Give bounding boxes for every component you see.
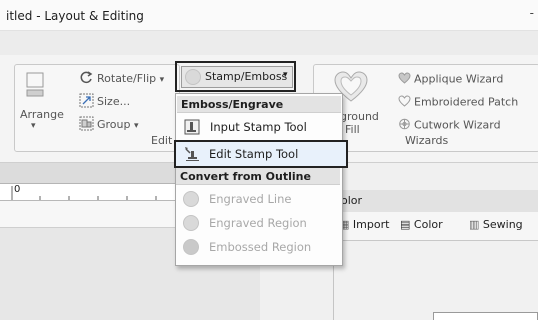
menu-header-convert: Convert from Outline [176,168,340,185]
rotate-flip-label: Rotate/Flip [97,72,157,85]
size-button[interactable]: Size... [79,93,130,111]
group-button[interactable]: Group ▾ [79,116,139,134]
arrange-button[interactable] [24,71,51,104]
tab-import[interactable]: ▦ Import [339,218,389,231]
color-panel-header: olor [333,190,538,213]
window-title: itled - Layout & Editing [6,9,144,23]
arrange-label: Arrange [20,108,64,121]
applique-wizard-label: Applique Wizard [414,72,504,86]
ribbon-tab-strip [0,31,538,55]
tab-color-label: Color [413,218,443,231]
heart-icon [398,72,411,87]
menu-item-label: Embossed Region [209,240,312,254]
embroidered-patch-label: Embroidered Patch [414,95,519,109]
sewing-icon: ▥ [469,218,480,231]
input-stamp-icon [184,119,200,135]
resize-icon [79,93,94,111]
panel-input-field[interactable] [433,312,538,320]
menu-item-engraved-region[interactable]: Engraved Region [176,211,340,235]
color-panel-title: olor [341,194,363,207]
embroidered-patch-button[interactable]: Embroidered Patch [398,95,518,110]
menu-item-input-stamp-tool[interactable]: Input Stamp Tool [177,115,341,139]
menu-item-label: Engraved Line [209,192,292,206]
edit-stamp-icon [184,146,200,162]
chevron-down-icon: ▾ [134,121,139,131]
engraved-region-icon [183,215,199,231]
group-icon [79,116,94,134]
applique-wizard-button[interactable]: Applique Wizard [398,72,503,87]
color-panel-tabs: ▦ Import ▤ Color ▥ Sewing [333,212,538,241]
size-label: Size... [97,95,131,108]
tab-sewing[interactable]: ▥ Sewing [469,218,523,231]
stamp-emboss-callout [175,61,296,92]
chevron-down-icon: ▾ [31,121,36,131]
tab-import-label: Import [352,218,390,231]
color-icon: ▤ [400,218,411,231]
menu-header-emboss: Emboss/Engrave [177,96,341,113]
menu-item-engraved-line[interactable]: Engraved Line [176,187,340,211]
rotate-icon [79,70,94,88]
title-bar: itled - Layout & Editing - [0,0,538,31]
background-label-1: ground [340,110,379,123]
menu-item-label: Input Stamp Tool [210,120,307,134]
wizards-group-label: Wizards [405,134,449,147]
chevron-down-icon: ▾ [159,75,165,85]
background-label-2: Fill [345,123,360,136]
engraved-line-icon [183,191,199,207]
group-label: Group [97,118,131,131]
embossed-region-icon [183,239,199,255]
menu-item-label: Edit Stamp Tool [209,147,299,161]
menu-item-embossed-region[interactable]: Embossed Region [176,235,340,259]
cutwork-wizard-button[interactable]: Cutwork Wizard [398,118,501,133]
menu-item-label: Engraved Region [209,216,307,230]
cutwork-icon [398,118,411,133]
tab-sewing-label: Sewing [482,218,523,231]
edit-group-label: Edit [151,134,173,147]
heart-outline-icon [398,95,411,110]
tab-color[interactable]: ▤ Color [400,218,443,231]
minimize-button[interactable]: - [530,6,534,20]
arrange-icon [24,71,48,104]
rotate-flip-button[interactable]: Rotate/Flip ▾ [79,70,164,88]
cutwork-wizard-label: Cutwork Wizard [414,118,501,132]
menu-item-edit-stamp-tool[interactable]: Edit Stamp Tool [174,140,348,168]
